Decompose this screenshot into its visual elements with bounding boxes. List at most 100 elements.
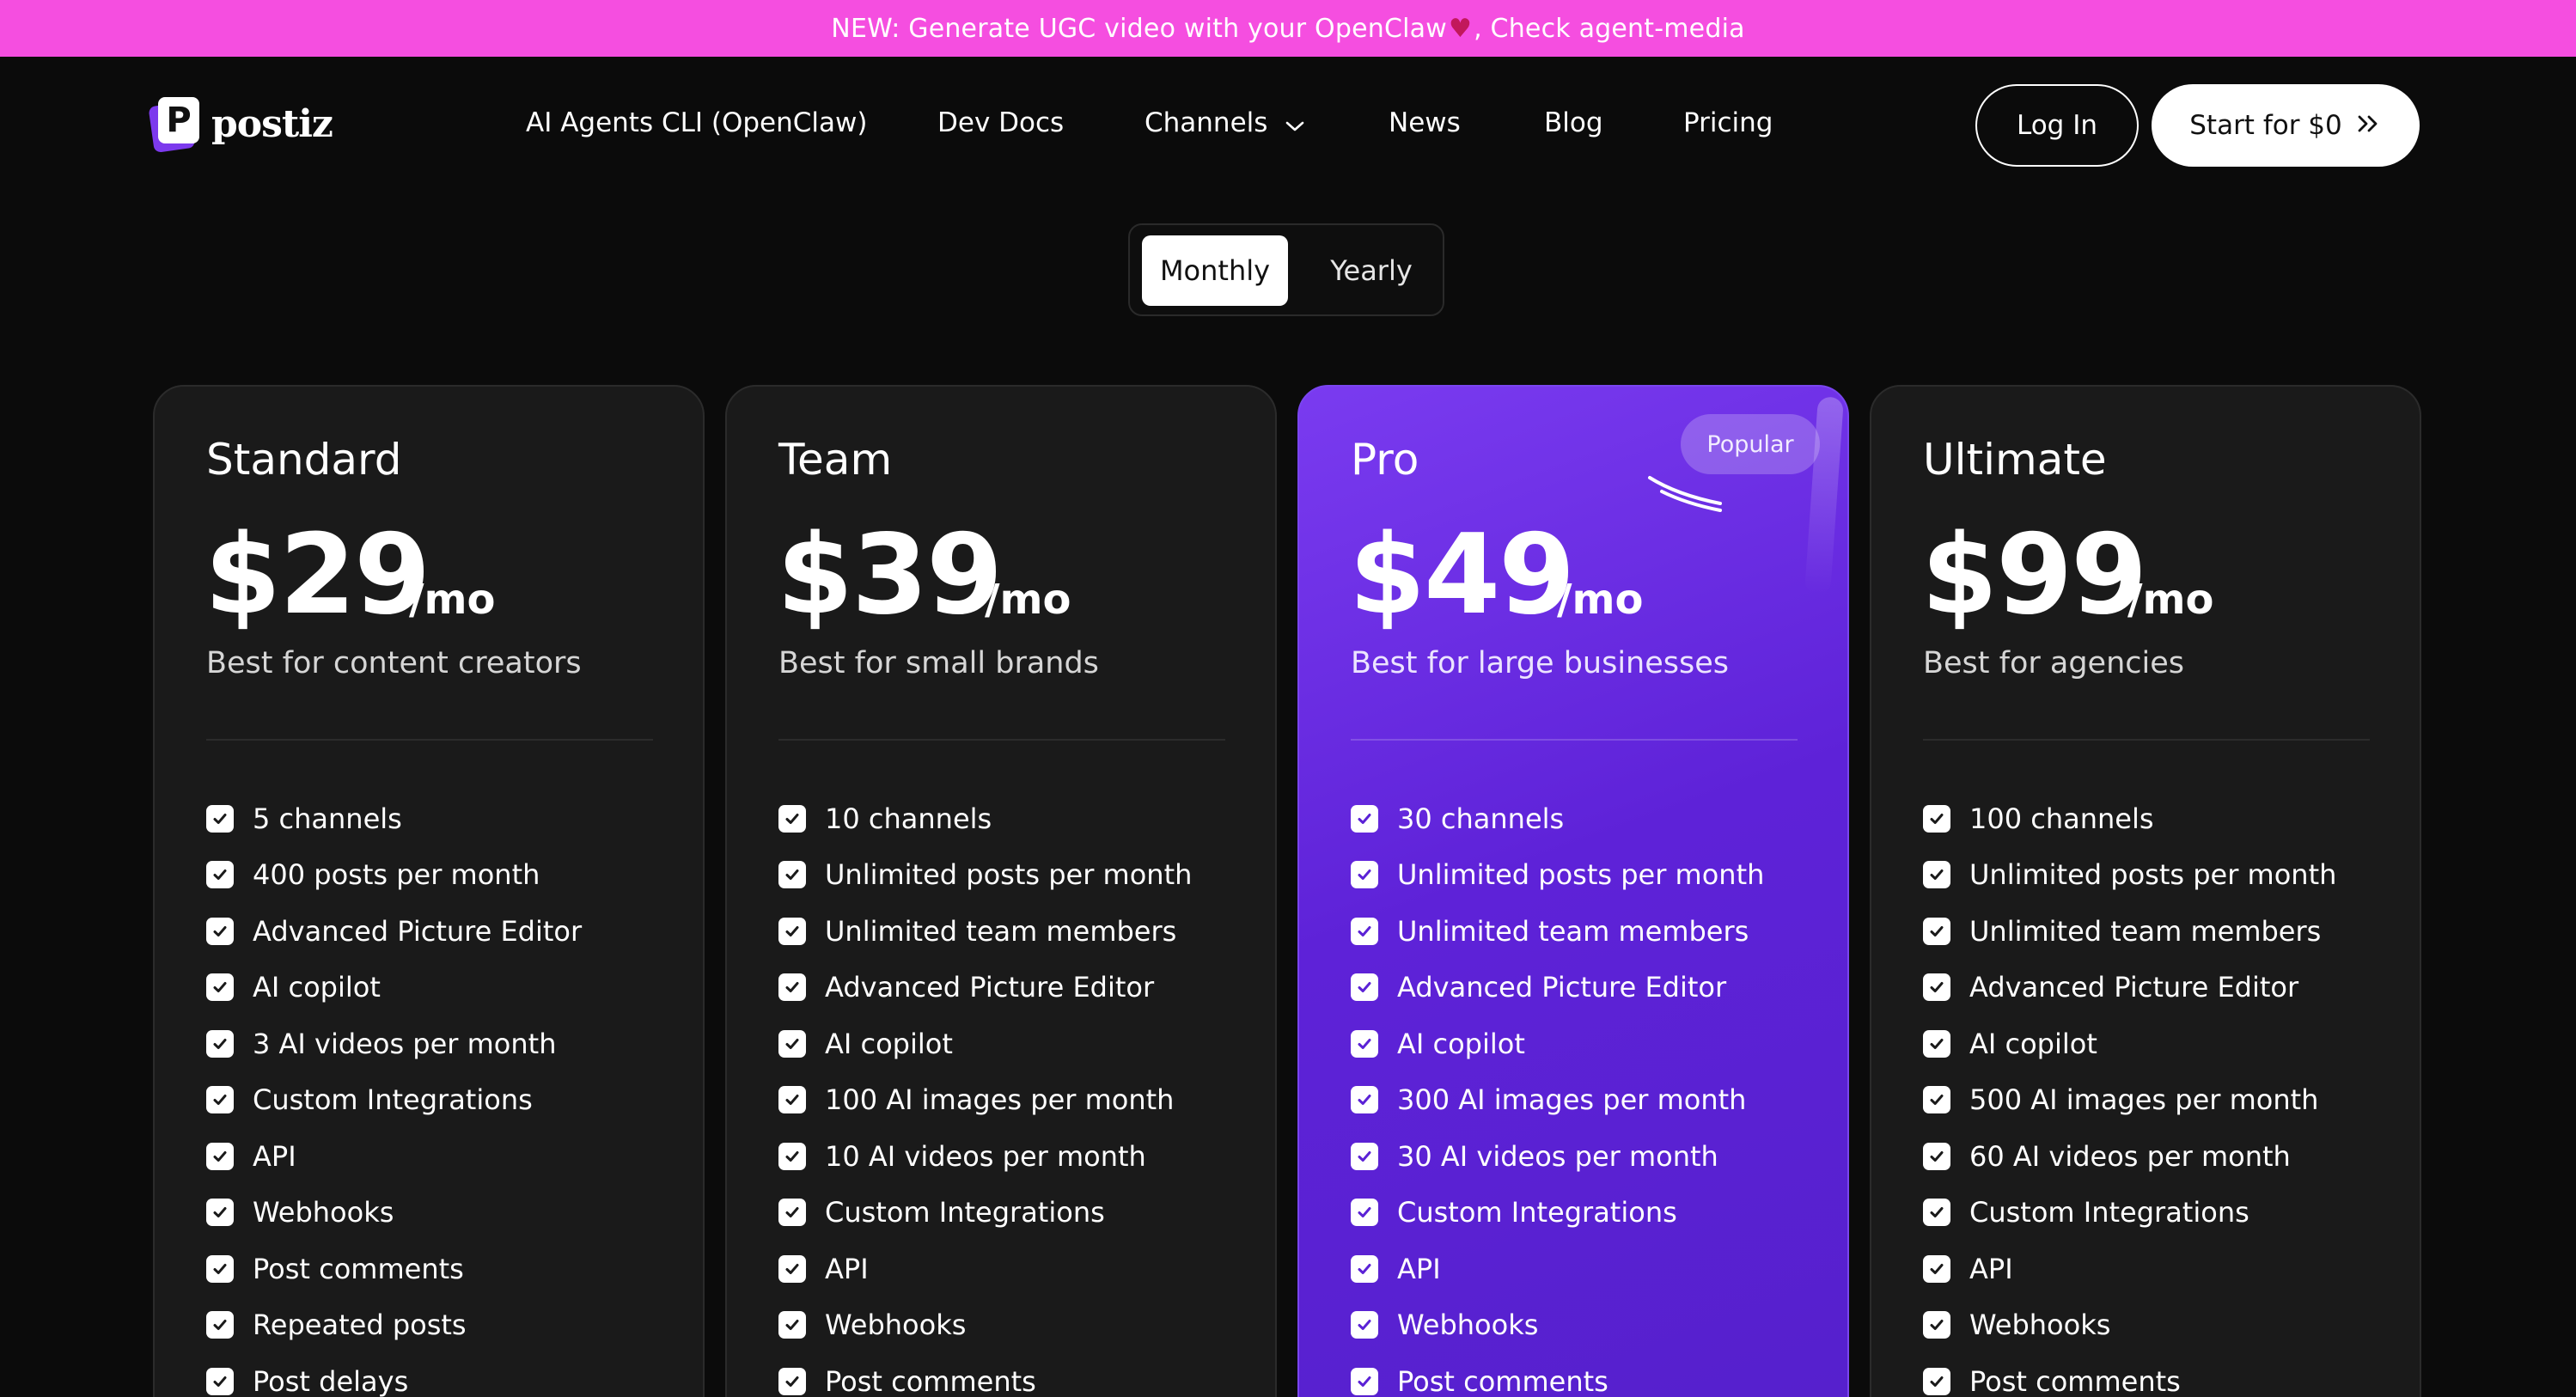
checkbox-check-icon	[778, 973, 806, 1002]
feature-label: AI copilot	[253, 971, 381, 1004]
checkbox-check-icon	[1923, 861, 1950, 889]
checkbox-check-icon	[778, 1029, 806, 1058]
checkbox-check-icon	[206, 917, 234, 945]
checkbox-check-icon	[206, 1311, 234, 1339]
feature-label: Repeated posts	[253, 1309, 467, 1342]
checkbox-check-icon	[206, 973, 234, 1002]
start-button-label: Start for $0	[2189, 110, 2342, 141]
feature-list: 10 channels Unlimited posts per month Unli…	[778, 790, 1192, 1397]
login-button-label: Log In	[2016, 110, 2097, 141]
feature-label: 10 channels	[825, 802, 992, 835]
toggle-yearly[interactable]: Yearly	[1298, 235, 1444, 306]
feature-label: 3 AI videos per month	[253, 1027, 557, 1060]
plan-name: Standard	[206, 435, 402, 485]
checkbox-check-icon	[1923, 1142, 1950, 1170]
checkbox-check-icon	[778, 861, 806, 889]
divider	[206, 739, 653, 741]
feature-item: Webhooks	[1351, 1297, 1764, 1354]
feature-item: Webhooks	[206, 1185, 582, 1241]
feature-label: AI copilot	[1397, 1027, 1525, 1060]
double-chevron-right-icon	[2356, 110, 2382, 141]
nav-channels[interactable]: Channels	[1145, 101, 1305, 144]
checkbox-check-icon	[1923, 1086, 1950, 1114]
feature-label: 30 channels	[1397, 802, 1565, 835]
feature-item: API	[206, 1128, 582, 1185]
feature-item: Repeated posts	[206, 1297, 582, 1354]
nav-news[interactable]: News	[1389, 101, 1461, 144]
feature-item: 3 AI videos per month	[206, 1016, 582, 1072]
feature-item: Advanced Picture Editor	[1923, 960, 2336, 1016]
feature-label: Advanced Picture Editor	[825, 971, 1155, 1004]
feature-item: Post comments	[1351, 1353, 1764, 1397]
feature-label: Webhooks	[1397, 1309, 1539, 1342]
feature-item: Advanced Picture Editor	[206, 903, 582, 960]
feature-label: Unlimited team members	[1397, 914, 1749, 948]
plan-name: Team	[778, 435, 893, 485]
feature-item: 400 posts per month	[206, 847, 582, 904]
checkbox-check-icon	[1351, 1086, 1378, 1114]
checkbox-check-icon	[1351, 1199, 1378, 1227]
feature-item: Post comments	[206, 1241, 582, 1297]
feature-item: 30 AI videos per month	[1351, 1128, 1764, 1185]
logo-mark-icon: P	[148, 97, 201, 154]
plan-card-team: Team $39 /mo Best for small brands 10 ch…	[725, 385, 1277, 1397]
checkbox-check-icon	[778, 1199, 806, 1227]
checkbox-check-icon	[1923, 1367, 1950, 1395]
plan-price: $49	[1349, 511, 1575, 639]
checkbox-check-icon	[1351, 1142, 1378, 1170]
plan-period: /mo	[2127, 576, 2214, 624]
plan-period: /mo	[409, 576, 496, 624]
divider	[1923, 739, 2370, 741]
start-free-button[interactable]: Start for $0	[2152, 84, 2420, 167]
plan-price: $29	[204, 511, 430, 639]
feature-item: Advanced Picture Editor	[1351, 960, 1764, 1016]
plan-price: $39	[777, 511, 1003, 639]
feature-label: Unlimited team members	[1969, 914, 2322, 948]
nav-ai-agents-cli[interactable]: AI Agents CLI (OpenClaw)	[526, 101, 867, 144]
checkbox-check-icon	[1351, 1367, 1378, 1395]
chevron-down-icon	[1285, 103, 1305, 146]
feature-label: AI copilot	[1969, 1027, 2097, 1060]
swoosh-decoration-icon	[1643, 469, 1737, 524]
toggle-monthly[interactable]: Monthly	[1142, 235, 1288, 306]
checkbox-check-icon	[778, 1367, 806, 1395]
popular-badge: Popular	[1681, 414, 1820, 474]
feature-label: Webhooks	[253, 1196, 394, 1229]
nav-dev-docs[interactable]: Dev Docs	[937, 101, 1064, 144]
feature-item: 100 channels	[1923, 790, 2336, 847]
announcement-text: NEW: Generate UGC video with your OpenCl…	[831, 13, 1447, 44]
feature-label: Post comments	[253, 1252, 464, 1285]
logo-wordmark: postiz	[211, 101, 333, 146]
checkbox-check-icon	[1351, 917, 1378, 945]
feature-label: AI copilot	[825, 1027, 953, 1060]
checkbox-check-icon	[206, 1367, 234, 1395]
plan-description: Best for agencies	[1923, 646, 2184, 680]
login-button[interactable]: Log In	[1975, 84, 2139, 167]
feature-label: Unlimited team members	[825, 914, 1177, 948]
checkbox-check-icon	[206, 804, 234, 833]
feature-label: API	[1397, 1252, 1441, 1285]
postiz-logo[interactable]: P postiz	[148, 96, 333, 154]
feature-item: Unlimited team members	[1351, 903, 1764, 960]
feature-label: Unlimited posts per month	[1969, 858, 2337, 892]
feature-list: 5 channels 400 posts per month Advanced Pi…	[206, 790, 582, 1397]
feature-item: Advanced Picture Editor	[778, 960, 1192, 1016]
checkbox-check-icon	[1923, 804, 1950, 833]
feature-item: API	[1351, 1241, 1764, 1297]
checkbox-check-icon	[1923, 1311, 1950, 1339]
feature-label: 10 AI videos per month	[825, 1139, 1146, 1173]
feature-label: Advanced Picture Editor	[253, 914, 583, 948]
checkbox-check-icon	[778, 804, 806, 833]
plan-card-standard: Standard $29 /mo Best for content creato…	[153, 385, 705, 1397]
nav-blog[interactable]: Blog	[1544, 101, 1603, 144]
checkbox-check-icon	[778, 1311, 806, 1339]
divider	[778, 739, 1225, 741]
feature-item: Custom Integrations	[778, 1185, 1192, 1241]
devil-icon: ♥	[1448, 13, 1473, 44]
nav-pricing[interactable]: Pricing	[1683, 101, 1773, 144]
checkbox-check-icon	[1923, 917, 1950, 945]
checkbox-check-icon	[1351, 1311, 1378, 1339]
feature-label: API	[1969, 1252, 2013, 1285]
announcement-bar[interactable]: NEW: Generate UGC video with your OpenCl…	[0, 0, 2576, 57]
feature-item: AI copilot	[778, 1016, 1192, 1072]
